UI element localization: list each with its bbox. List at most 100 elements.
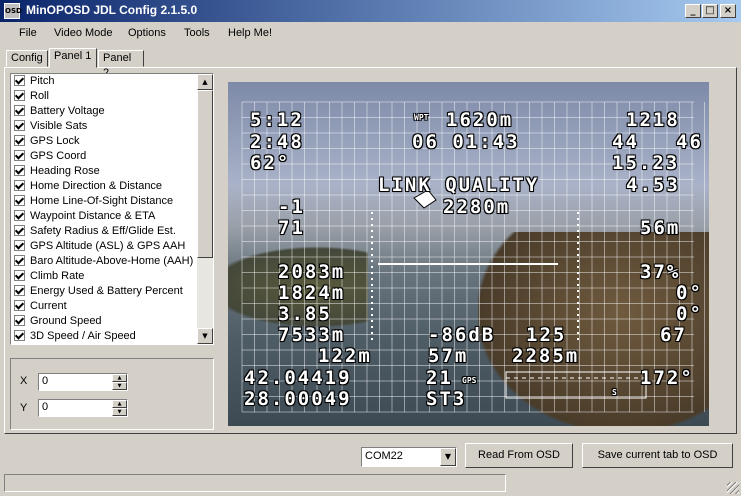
checkbox[interactable] <box>14 150 25 161</box>
menu-tools[interactable]: Tools <box>184 27 210 39</box>
list-item[interactable]: Current <box>14 299 67 314</box>
osd-deg1: 0° <box>676 282 703 304</box>
list-item[interactable]: GPS Coord <box>14 149 86 164</box>
osd-lat: 42.04419 <box>244 367 352 389</box>
tab-panel-1[interactable]: Panel 1 <box>49 48 97 68</box>
checkbox[interactable] <box>14 315 25 326</box>
osd-current: 4.53 <box>626 174 680 196</box>
scroll-thumb[interactable] <box>197 90 213 258</box>
osd-right-mid: 56m <box>640 217 681 239</box>
read-from-osd-button[interactable]: Read From OSD <box>465 443 573 468</box>
osd-home-dist: 2280m <box>443 196 511 218</box>
menu-options[interactable]: Options <box>128 27 166 39</box>
checkbox[interactable] <box>14 135 25 146</box>
osd-heading: 62° <box>250 152 291 174</box>
list-item[interactable]: Battery Voltage <box>14 104 105 119</box>
y-label: Y <box>20 402 28 414</box>
scroll-down-icon[interactable]: ▼ <box>197 328 213 344</box>
osd-ls: 2285m <box>512 345 580 367</box>
checkbox[interactable] <box>14 255 25 266</box>
list-item[interactable]: Ground Speed <box>14 314 102 329</box>
osd-r1: 1218 <box>626 109 680 131</box>
list-item-label: Ground Speed <box>30 315 102 327</box>
osd-mode: ST3 <box>426 388 467 410</box>
list-item-label: Home Line-Of-Sight Distance <box>30 195 174 207</box>
y-up-icon[interactable]: ▲ <box>112 400 127 408</box>
menu-video-mode[interactable]: Video Mode <box>54 27 113 39</box>
osd-throttle: 37% <box>640 261 681 283</box>
osd-r2a: 44 <box>612 131 639 153</box>
list-item[interactable]: Visible Sats <box>14 119 87 134</box>
osd-sats: 21 <box>426 367 453 389</box>
osd-r2b: 46 <box>676 131 703 153</box>
list-item[interactable]: Heading Rose <box>14 164 100 179</box>
list-item[interactable]: Baro Altitude-Above-Home (AAH) <box>14 254 193 269</box>
checkbox[interactable] <box>14 90 25 101</box>
osd-wpt-dist: 1620m <box>446 109 514 131</box>
osd-deg2: 0° <box>676 303 703 325</box>
osd-heading-value: 172° <box>640 367 694 389</box>
osd-lon: 28.00049 <box>244 388 352 410</box>
checkbox[interactable] <box>14 120 25 131</box>
menu-file[interactable]: File <box>19 27 37 39</box>
position-group <box>10 358 214 430</box>
osd-alt: 7533m <box>278 324 346 346</box>
scroll-up-icon[interactable]: ▲ <box>197 74 213 90</box>
com-port-value: COM22 <box>365 450 403 462</box>
panel-items-list[interactable]: Pitch Roll Battery Voltage Visible Sats … <box>10 73 214 345</box>
list-item[interactable]: Pitch <box>14 74 54 89</box>
list-item-label: Visible Sats <box>30 120 88 132</box>
list-item[interactable]: Home Line-Of-Sight Distance <box>14 194 173 209</box>
checkbox[interactable] <box>14 300 25 311</box>
y-down-icon[interactable]: ▼ <box>112 408 127 416</box>
close-button[interactable]: × <box>720 4 736 18</box>
tab-config[interactable]: Config <box>6 50 48 67</box>
checkbox[interactable] <box>14 330 25 341</box>
list-item[interactable]: GPS Altitude (ASL) & GPS AAH <box>14 239 185 254</box>
maximize-button[interactable]: □ <box>702 4 718 18</box>
list-item-label: Safety Radius & Eff/Glide Est. <box>30 225 176 237</box>
save-tab-to-osd-button[interactable]: Save current tab to OSD <box>582 443 733 468</box>
list-item[interactable]: Climb Rate <box>14 269 84 284</box>
list-item[interactable]: 3D Speed / Air Speed <box>14 329 136 344</box>
list-item-label: Pitch <box>30 75 55 87</box>
x-stepper[interactable]: 0 ▲ ▼ <box>38 373 128 391</box>
osd-speed: 71 <box>278 217 305 239</box>
checkbox[interactable] <box>14 195 25 206</box>
checkbox[interactable] <box>14 210 25 221</box>
list-item[interactable]: Energy Used & Battery Percent <box>14 284 183 299</box>
osd-h57: 57m <box>428 345 469 367</box>
list-item-label: Home Direction & Distance <box>30 180 163 192</box>
osd-rssi: -86dB <box>428 324 496 346</box>
list-item[interactable]: GPS Lock <box>14 134 80 149</box>
checkbox[interactable] <box>14 225 25 236</box>
checkbox[interactable] <box>14 270 25 281</box>
tab-panel-2[interactable]: Panel 2 <box>98 50 144 79</box>
title-bar[interactable]: OSD MinOPOSD JDL Config 2.1.5.0 _ □ × <box>0 0 741 22</box>
osd-gps-label: GPS <box>462 376 477 385</box>
y-stepper[interactable]: 0 ▲ ▼ <box>38 399 128 417</box>
checkbox[interactable] <box>14 105 25 116</box>
checkbox[interactable] <box>14 285 25 296</box>
list-item[interactable]: Waypoint Distance & ETA <box>14 209 155 224</box>
minimize-button[interactable]: _ <box>685 4 701 18</box>
x-down-icon[interactable]: ▼ <box>112 382 127 390</box>
list-item-label: 3D Speed / Air Speed <box>30 330 136 342</box>
osd-gnd: 67 <box>660 324 687 346</box>
checkbox[interactable] <box>14 165 25 176</box>
checkbox[interactable] <box>14 240 25 251</box>
x-value: 0 <box>42 375 49 387</box>
list-item[interactable]: Roll <box>14 89 49 104</box>
list-item[interactable]: Safety Radius & Eff/Glide Est. <box>14 224 176 239</box>
menu-help[interactable]: Help Me! <box>228 27 272 39</box>
resize-grip-icon[interactable] <box>727 482 739 494</box>
x-up-icon[interactable]: ▲ <box>112 374 127 382</box>
checkbox[interactable] <box>14 180 25 191</box>
list-item[interactable]: Home Direction & Distance <box>14 179 162 194</box>
list-item-label: GPS Altitude (ASL) & GPS AAH <box>30 240 186 252</box>
osd-preview[interactable]: 5:12 2:48 62° WPT 1620m 06 01:43 1218 44… <box>228 82 709 426</box>
chevron-down-icon[interactable]: ▼ <box>440 448 456 466</box>
com-port-select[interactable]: COM22 ▼ <box>361 447 457 467</box>
list-scrollbar[interactable]: ▲ ▼ <box>197 74 213 344</box>
checkbox[interactable] <box>14 75 25 86</box>
